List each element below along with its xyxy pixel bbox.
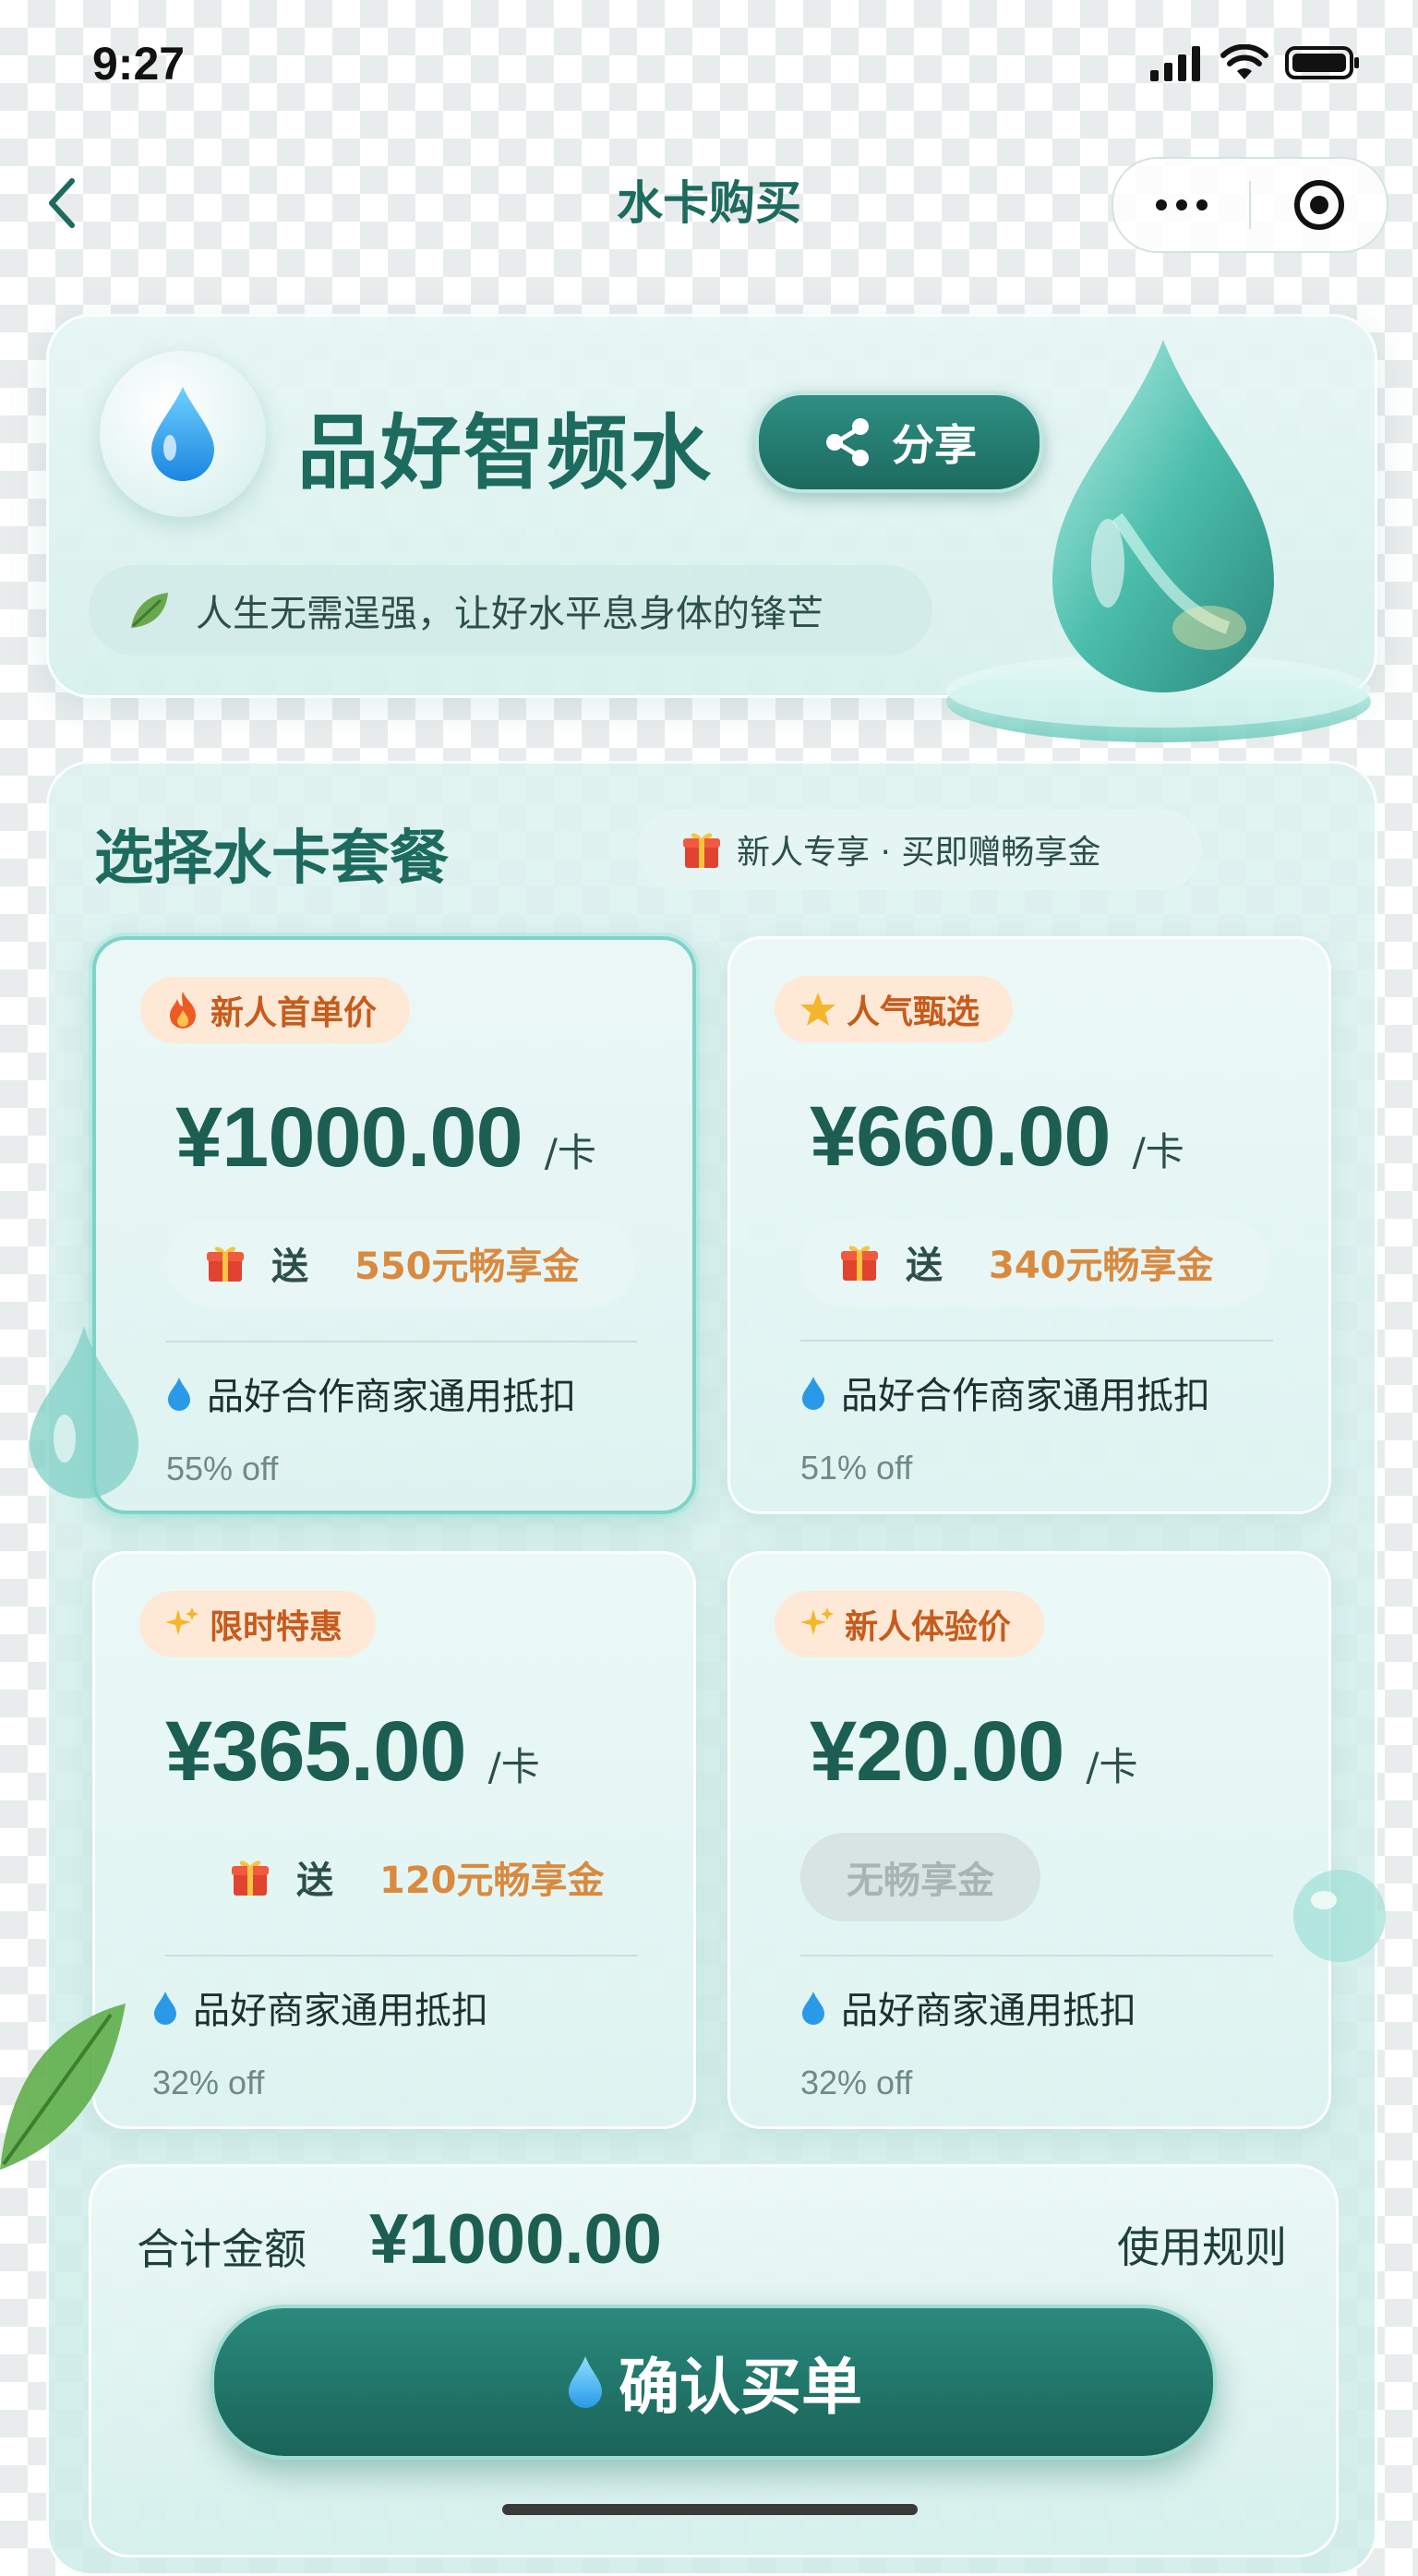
- price-amount: ¥1000.00: [175, 1090, 523, 1185]
- gift-pill: 送 120元畅享金: [191, 1833, 660, 1921]
- gift-pill: 送 340元畅享金: [800, 1218, 1269, 1306]
- status-icons: [1148, 44, 1361, 81]
- card-divider: [800, 1955, 1273, 1956]
- package-card-20[interactable]: 新人体验价 ¥20.00 /卡 无畅享金 品好商家通用抵扣 32% off: [727, 1551, 1331, 2129]
- promo-text: 新人专享 · 买即赠畅享金: [737, 834, 1101, 872]
- package-card-660[interactable]: 人气甄选 ¥660.00 /卡 送 340元畅享金 品好合作商家通用抵扣 51%…: [727, 936, 1331, 1514]
- description-text: 品好商家通用抵扣: [193, 1990, 488, 2032]
- price-amount: ¥20.00: [810, 1704, 1064, 1799]
- no-gift-pill: 无畅享金: [800, 1833, 1040, 1921]
- package-badge: 人气甄选: [775, 976, 1014, 1042]
- package-description: 品好合作商家通用抵扣: [800, 1366, 1210, 1419]
- package-description: 品好商家通用抵扣: [152, 1980, 488, 2034]
- water-drop-icon: [168, 1378, 190, 1411]
- package-description: 品好合作商家通用抵扣: [166, 1366, 576, 1420]
- package-badge-label: 限时特惠: [210, 1608, 343, 1646]
- fire-icon: [170, 992, 196, 1029]
- package-price: ¥365.00 /卡: [165, 1703, 540, 1800]
- sparkle-icon: [800, 1607, 834, 1635]
- home-indicator: [502, 2504, 918, 2515]
- card-divider: [166, 1341, 637, 1342]
- package-badge-label: 新人首单价: [210, 994, 378, 1032]
- brand-name: 品好智频水: [297, 405, 714, 500]
- package-badge: 新人首单价: [140, 977, 411, 1043]
- water-drop-icon: [154, 1992, 176, 2025]
- gift-amount: 340元畅享金: [989, 1245, 1214, 1287]
- package-discount: 55% off: [166, 1450, 279, 1487]
- confirm-purchase-button[interactable]: 确认买单: [210, 2305, 1217, 2460]
- gift-amount: 550元畅享金: [354, 1246, 580, 1288]
- package-card-365[interactable]: 限时特惠 ¥365.00 /卡 送 120元畅享金 品好商家通用抵扣 32% o…: [92, 1551, 696, 2129]
- gift-prefix: 送: [296, 1860, 333, 1902]
- price-unit: /卡: [1132, 1129, 1184, 1174]
- price-unit: /卡: [487, 1744, 540, 1789]
- gift-icon: [683, 833, 720, 868]
- share-icon: [826, 418, 869, 466]
- battery-icon: [1285, 46, 1359, 79]
- slogan-pill: 人生无需逞强，让好水平息身体的锋芒: [89, 565, 932, 656]
- gift-prefix: 送: [271, 1246, 308, 1288]
- card-divider: [165, 1955, 638, 1956]
- gift-prefix: 送: [906, 1245, 943, 1287]
- price-unit: /卡: [1086, 1744, 1138, 1789]
- small-drop-decoration: [30, 1326, 138, 1499]
- no-gift-label: 无畅享金: [847, 1860, 994, 1902]
- package-discount: 51% off: [800, 1449, 913, 1487]
- signal-icon: [1150, 46, 1200, 81]
- leaf-decoration: [0, 2004, 126, 2170]
- package-badge-label: 人气甄选: [847, 993, 980, 1031]
- description-text: 品好合作商家通用抵扣: [841, 1375, 1210, 1417]
- more-dots-icon: [1155, 199, 1208, 211]
- usage-rules-link[interactable]: 使用规则: [1117, 2214, 1287, 2275]
- gift-icon: [207, 1246, 244, 1282]
- water-drop-icon: [151, 387, 214, 481]
- more-button[interactable]: [1113, 159, 1249, 251]
- brand-logo: [100, 351, 266, 517]
- price-amount: ¥365.00: [165, 1704, 467, 1799]
- confirm-label: 确认买单: [619, 2352, 862, 2423]
- total-label: 合计金额: [137, 2224, 306, 2274]
- description-text: 品好商家通用抵扣: [841, 1990, 1136, 2032]
- package-card-1000[interactable]: 新人首单价 ¥1000.00 /卡 送 550元畅享金 品好合作商家通用抵扣 5…: [92, 936, 696, 1514]
- package-discount: 32% off: [800, 2064, 913, 2101]
- leaf-icon: [131, 593, 168, 628]
- package-discount: 32% off: [152, 2064, 265, 2101]
- package-description: 品好商家通用抵扣: [800, 1980, 1136, 2034]
- gift-pill: 送 550元畅享金: [166, 1219, 635, 1307]
- sparkle-icon: [165, 1607, 198, 1635]
- bubble-decoration: [1293, 1870, 1386, 1962]
- package-price: ¥660.00 /卡: [810, 1089, 1184, 1186]
- status-time: 9:27: [92, 38, 186, 90]
- package-badge-label: 新人体验价: [845, 1608, 1012, 1646]
- price-amount: ¥660.00: [810, 1089, 1112, 1184]
- crystal-drop-illustration: [946, 340, 1371, 742]
- slogan-text: 人生无需逞强，让好水平息身体的锋芒: [196, 593, 823, 635]
- price-unit: /卡: [544, 1130, 596, 1175]
- package-price: ¥1000.00 /卡: [175, 1089, 596, 1186]
- package-price: ¥20.00 /卡: [810, 1703, 1138, 1800]
- card-divider: [800, 1340, 1273, 1342]
- description-text: 品好合作商家通用抵扣: [207, 1376, 576, 1418]
- total-amount: ¥1000.00: [369, 2200, 662, 2279]
- package-badge: 限时特惠: [139, 1591, 377, 1657]
- mini-program-capsule: [1112, 157, 1388, 253]
- target-icon: [1293, 180, 1344, 230]
- section-title: 选择水卡套餐: [94, 825, 449, 893]
- water-drop-icon: [802, 1377, 824, 1410]
- package-badge: 新人体验价: [775, 1591, 1045, 1657]
- close-miniprogram-button[interactable]: [1251, 159, 1387, 251]
- wifi-icon: [1220, 44, 1268, 79]
- gift-amount: 120元畅享金: [379, 1860, 605, 1902]
- promo-pill: 新人专享 · 买即赠畅享金: [637, 809, 1202, 890]
- star-icon: [800, 993, 835, 1026]
- gift-icon: [232, 1860, 269, 1896]
- water-drop-icon: [802, 1992, 824, 2025]
- gift-icon: [841, 1246, 878, 1281]
- water-drop-icon: [569, 2356, 602, 2408]
